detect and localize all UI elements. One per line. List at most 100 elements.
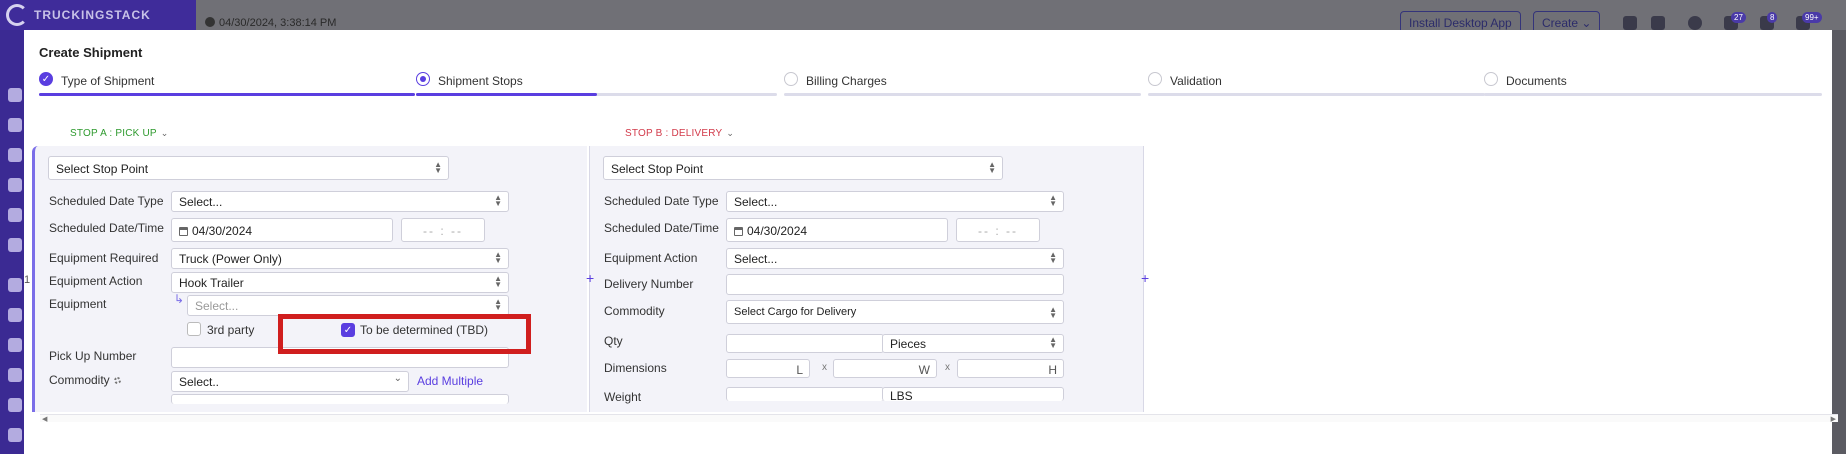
- wallet-icon[interactable]: [8, 428, 22, 442]
- stop-b-tab[interactable]: STOP B : DELIVERY ⌄: [625, 128, 734, 139]
- stop-b-weight-input[interactable]: [726, 387, 884, 401]
- stop-a-scheduled-date-type-select[interactable]: Select... ▲ ▼: [171, 191, 509, 212]
- step-label: Type of Shipment: [61, 74, 155, 88]
- stop-a-time-input[interactable]: -- : --: [401, 218, 485, 242]
- select-value: Select...: [734, 195, 778, 209]
- stop-a-scheduled-datetime-label: Scheduled Date/Time: [49, 221, 164, 235]
- stop-b-scheduled-date-type-label: Scheduled Date Type: [604, 194, 719, 208]
- step-progress-bar: [1148, 93, 1485, 96]
- location-icon[interactable]: [8, 338, 22, 352]
- select-arrows-icon: ▲ ▼: [434, 160, 442, 175]
- dashboard-icon[interactable]: [8, 118, 22, 132]
- radio-current-icon: [416, 72, 430, 86]
- stop-a-equipment-required-select[interactable]: Truck (Power Only) ▲ ▼: [171, 248, 509, 269]
- stop-b-stop-point-select[interactable]: Select Stop Point ▲ ▼: [603, 156, 1003, 180]
- stop-b-delivery-number-label: Delivery Number: [604, 277, 694, 291]
- select-value: Select Cargo for Delivery: [734, 306, 857, 318]
- radio-empty-icon: [1484, 72, 1498, 86]
- select-arrows-icon: ▲ ▼: [494, 250, 502, 265]
- trailer-icon[interactable]: [8, 278, 22, 292]
- shield-icon[interactable]: [8, 308, 22, 322]
- calendar-icon: [179, 227, 188, 236]
- stop-b-tab-label: STOP B : DELIVERY: [625, 128, 723, 139]
- stop-b-length-input[interactable]: L: [726, 359, 810, 378]
- add-stop-before-b-plus-icon[interactable]: +: [586, 270, 594, 286]
- step-billing-charges[interactable]: Billing Charges: [784, 72, 1141, 130]
- tasks-badge: 27: [1731, 12, 1746, 23]
- select-value: Truck (Power Only): [179, 252, 282, 266]
- scroll-left-icon[interactable]: ◀: [42, 415, 47, 423]
- logo-icon: [6, 4, 28, 26]
- dollar-icon[interactable]: [8, 398, 22, 412]
- length-unit: L: [796, 363, 803, 377]
- stop-b-weight-unit-select[interactable]: LBS: [882, 387, 1064, 401]
- gear-icon[interactable]: [113, 377, 121, 384]
- step-documents[interactable]: Documents: [1484, 72, 1822, 130]
- stop-a-commodity-select[interactable]: Select.. ⌄: [171, 371, 409, 392]
- star-icon[interactable]: [8, 88, 22, 102]
- stop-b-equipment-action-select[interactable]: Select... ▲ ▼: [726, 248, 1064, 269]
- logo-text: TRUCKINGSTACK: [34, 8, 151, 22]
- select-value: Select...: [734, 252, 778, 266]
- stop-a-equipment-select[interactable]: Select... ▲ ▼: [187, 295, 509, 316]
- info-icon[interactable]: [1688, 16, 1702, 30]
- stop-b-dimensions-label: Dimensions: [604, 361, 667, 375]
- users-icon[interactable]: [8, 368, 22, 382]
- stop-a-date-input[interactable]: 04/30/2024: [171, 218, 393, 242]
- truck-icon[interactable]: [8, 238, 22, 252]
- height-unit: H: [1048, 363, 1057, 377]
- select-value: Select..: [179, 375, 220, 389]
- app-logo[interactable]: TRUCKINGSTACK: [0, 0, 196, 30]
- select-arrows-icon: ▲ ▼: [494, 297, 502, 312]
- document-icon[interactable]: [8, 178, 22, 192]
- create-shipment-modal: Create Shipment ✓ Type of Shipment Shipm…: [24, 30, 1838, 454]
- stop-a-tab-label: STOP A : PICK UP: [70, 128, 157, 139]
- radio-empty-icon: [784, 72, 798, 86]
- stop-a-commodity-label: Commodity: [49, 373, 121, 387]
- scroll-right-icon[interactable]: ▶: [1831, 415, 1836, 423]
- step-shipment-stops[interactable]: Shipment Stops: [416, 72, 777, 130]
- stop-a-stop-point-select[interactable]: Select Stop Point ▲ ▼: [48, 156, 449, 180]
- stop-a-equipment-action-select[interactable]: Hook Trailer ▲ ▼: [171, 272, 509, 293]
- stop-b-date-input[interactable]: 04/30/2024: [726, 218, 948, 242]
- stop-a-equipment-action-label: Equipment Action: [49, 274, 143, 288]
- stop-b-height-input[interactable]: H: [957, 359, 1064, 378]
- stop-b-commodity-select[interactable]: Select Cargo for Delivery ▲ ▼: [726, 300, 1064, 324]
- people-icon[interactable]: [8, 148, 22, 162]
- dimension-separator: x: [822, 362, 827, 373]
- app-sidebar: [0, 30, 24, 454]
- step-type-of-shipment[interactable]: ✓ Type of Shipment: [39, 72, 415, 130]
- step-label: Validation: [1170, 74, 1222, 88]
- date-value: 04/30/2024: [747, 224, 808, 238]
- stop-b-qty-unit-select[interactable]: Pieces ▲ ▼: [882, 334, 1064, 353]
- stop-b-weight-label: Weight: [604, 390, 642, 404]
- chevron-down-icon: ⌄: [1581, 16, 1592, 30]
- stop-b-scheduled-date-type-select[interactable]: Select... ▲ ▼: [726, 191, 1064, 212]
- stop-b-width-input[interactable]: W: [833, 359, 937, 378]
- stop-point-value: Select Stop Point: [611, 162, 704, 176]
- stop-a-tab[interactable]: STOP A : PICK UP ⌄: [70, 128, 169, 139]
- third-party-checkbox[interactable]: [187, 322, 201, 336]
- radio-empty-icon: [1148, 72, 1162, 86]
- package-icon[interactable]: [1623, 16, 1637, 30]
- commodity-label-text: Commodity: [49, 373, 110, 387]
- stop-b-equipment-action-label: Equipment Action: [604, 251, 698, 265]
- select-arrows-icon: ▲ ▼: [1049, 305, 1057, 320]
- step-validation[interactable]: Validation: [1148, 72, 1485, 130]
- third-party-label: 3rd party: [207, 323, 255, 337]
- step-label: Shipment Stops: [438, 74, 523, 88]
- stop-b-qty-input[interactable]: [726, 334, 884, 353]
- select-arrows-icon: ▲ ▼: [1049, 193, 1057, 208]
- stop-b-delivery-number-input[interactable]: [726, 274, 1064, 295]
- add-multiple-link[interactable]: Add Multiple: [417, 374, 483, 388]
- horizontal-scrollbar[interactable]: ◀ ▶: [40, 414, 1838, 423]
- sub-item-arrow-icon: ↳: [174, 292, 185, 306]
- step-label: Billing Charges: [806, 74, 887, 88]
- stop-b-time-input[interactable]: -- : --: [956, 218, 1040, 242]
- timestamp-text: 04/30/2024, 3:38:14 PM: [219, 17, 337, 29]
- list-icon[interactable]: [1651, 16, 1665, 30]
- route-icon[interactable]: [8, 208, 22, 222]
- stop-a-next-field: [171, 394, 509, 404]
- stop-a-scheduled-date-type-label: Scheduled Date Type: [49, 194, 164, 208]
- add-stop-after-b-plus-icon[interactable]: +: [1141, 270, 1149, 286]
